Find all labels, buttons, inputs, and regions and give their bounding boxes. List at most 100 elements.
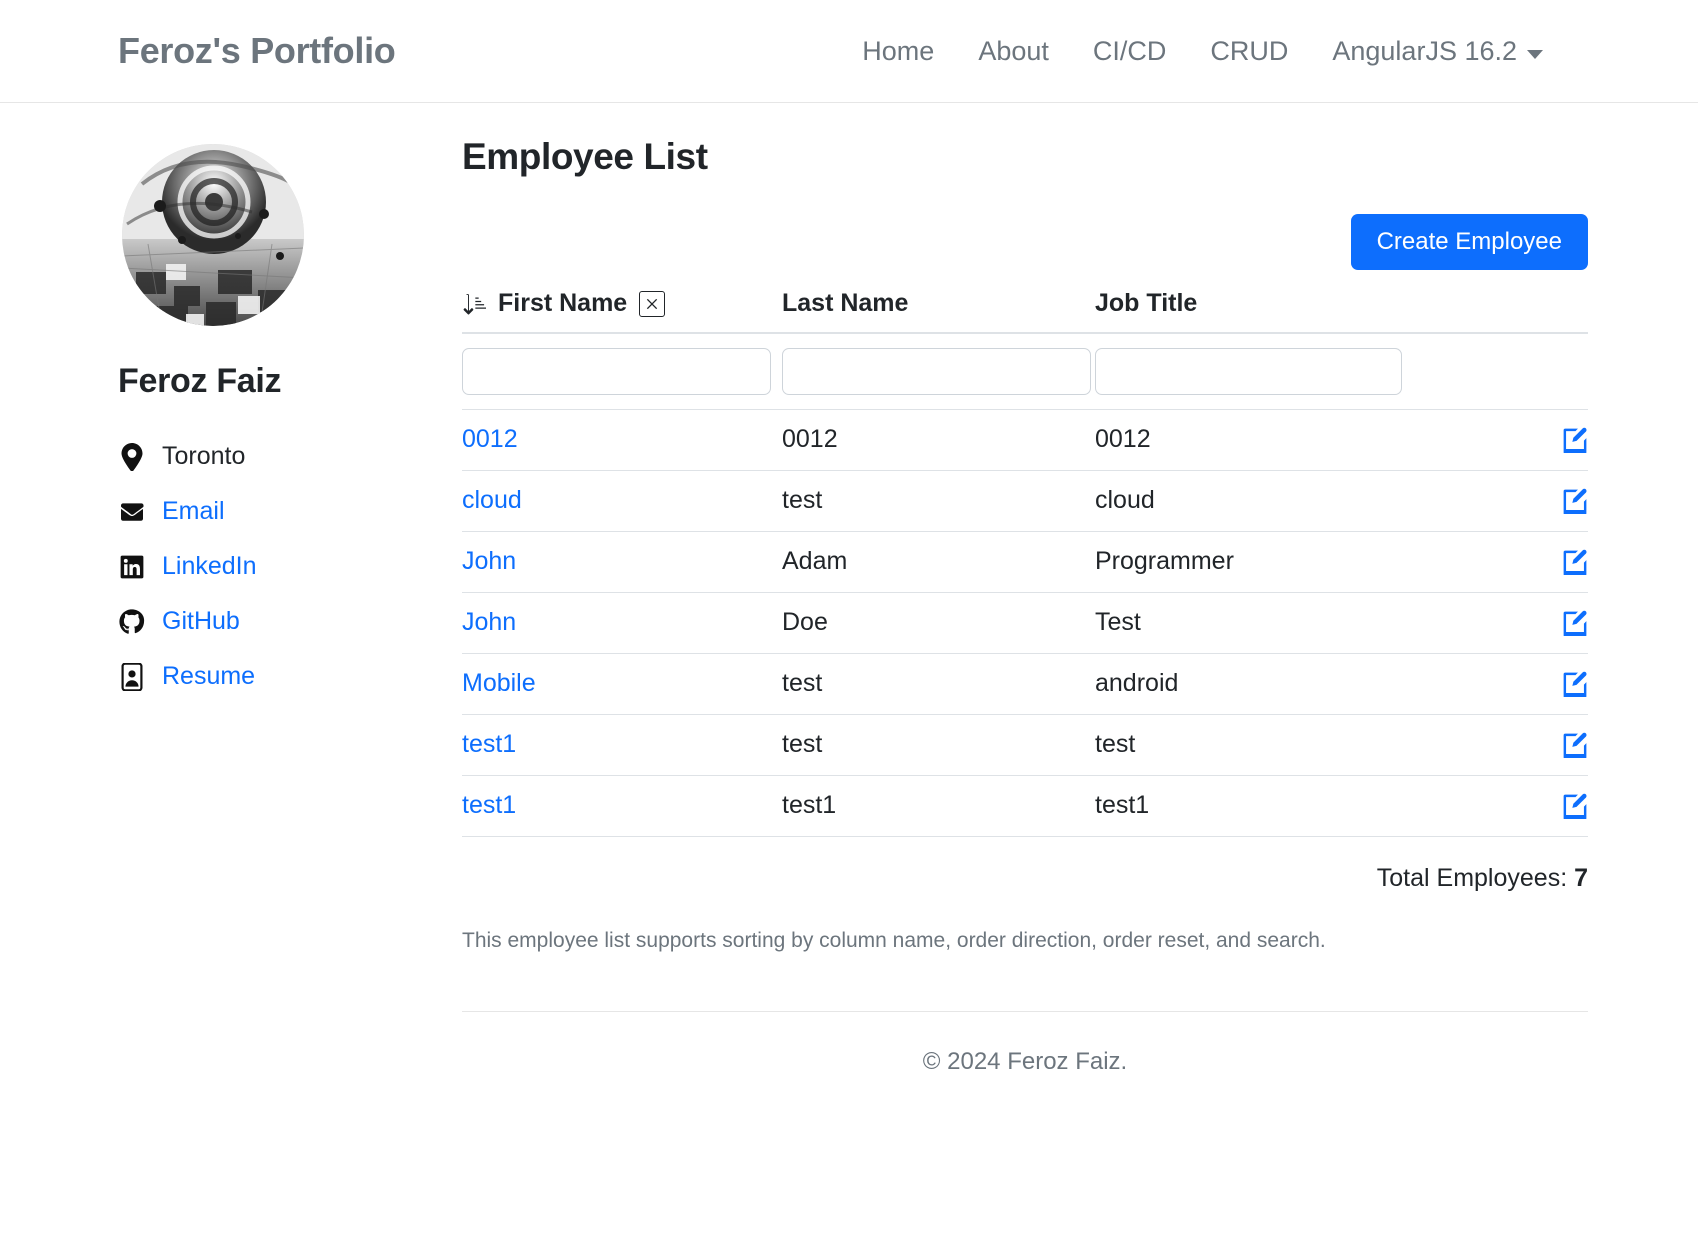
cell-job-title: Programmer	[1095, 531, 1468, 593]
employee-name-link[interactable]: John	[462, 547, 516, 575]
cell-first-name: John	[462, 531, 782, 593]
sidebar-item-label[interactable]: Email	[162, 497, 225, 526]
cell-last-name: Adam	[782, 531, 1095, 593]
edit-icon[interactable]	[1562, 732, 1588, 760]
column-header-first-name[interactable]: First Name	[462, 289, 782, 334]
filter-cell-last-name	[782, 333, 1095, 410]
page-footer: © 2024 Feroz Faiz.	[462, 1011, 1588, 1076]
sidebar-item-label: Toronto	[162, 442, 246, 470]
filter-input-first-name[interactable]	[462, 348, 771, 395]
cell-first-name: test1	[462, 775, 782, 837]
edit-icon[interactable]	[1562, 488, 1588, 516]
cell-job-title: test1	[1095, 775, 1468, 837]
avatar-image	[122, 144, 304, 326]
sidebar-item-linkedin[interactable]: LinkedIn	[118, 539, 458, 594]
sort-ascending-icon[interactable]	[462, 292, 487, 316]
table-row: test1 test1 test1	[462, 775, 1588, 837]
table-row: John Doe Test	[462, 592, 1588, 654]
table-head: First Name Last Name Job Title	[462, 289, 1588, 334]
cell-last-name: test1	[782, 775, 1095, 837]
nav-link-about[interactable]: About	[978, 36, 1049, 67]
table-row: John Adam Programmer	[462, 531, 1588, 593]
employee-name-link[interactable]: 0012	[462, 425, 518, 453]
sidebar-item-label[interactable]: GitHub	[162, 607, 240, 636]
profile-name: Feroz Faiz	[118, 362, 282, 400]
create-employee-button[interactable]: Create Employee	[1350, 214, 1588, 270]
cell-first-name: test1	[462, 714, 782, 776]
cell-job-title: test	[1095, 714, 1468, 776]
cell-last-name: test	[782, 470, 1095, 532]
top-navbar: Feroz's Portfolio Home About CI/CD CRUD …	[0, 0, 1698, 103]
employee-table: First Name Last Name Job Title 0012 0012…	[462, 289, 1588, 837]
cell-job-title: android	[1095, 653, 1468, 715]
table-help-note: This employee list supports sorting by c…	[462, 929, 1326, 952]
clear-sort-button[interactable]	[639, 290, 666, 317]
cell-last-name: test	[782, 714, 1095, 776]
profile-sidebar: Feroz Faiz Toronto Email LinkedIn GitHub…	[118, 136, 458, 1076]
table-header-row: First Name Last Name Job Title	[462, 289, 1588, 334]
cell-first-name: cloud	[462, 470, 782, 532]
sidebar-item-label[interactable]: LinkedIn	[162, 552, 257, 581]
profile-info-list: Toronto Email LinkedIn GitHub Resume	[118, 429, 458, 704]
envelope-icon	[118, 498, 146, 526]
employee-name-link[interactable]: Mobile	[462, 669, 536, 697]
table-row: test1 test test	[462, 714, 1588, 776]
employee-name-link[interactable]: test1	[462, 791, 516, 819]
sidebar-item-resume[interactable]: Resume	[118, 649, 458, 704]
filter-input-job-title[interactable]	[1095, 348, 1402, 395]
cell-actions	[1468, 653, 1588, 715]
column-header-label: Last Name	[782, 289, 909, 317]
nav-link-crud[interactable]: CRUD	[1210, 36, 1288, 67]
cell-first-name: John	[462, 592, 782, 654]
cell-job-title: cloud	[1095, 470, 1468, 532]
filter-input-last-name[interactable]	[782, 348, 1091, 395]
table-toolbar: Create Employee	[462, 214, 1588, 270]
brand-title[interactable]: Feroz's Portfolio	[118, 30, 396, 72]
edit-icon[interactable]	[1562, 427, 1588, 455]
table-row: 0012 0012 0012	[462, 409, 1588, 471]
nav-dropdown-angularjs[interactable]: AngularJS 16.2	[1332, 36, 1543, 67]
cell-job-title: Test	[1095, 592, 1468, 654]
cell-last-name: 0012	[782, 409, 1095, 471]
github-icon	[118, 608, 146, 636]
column-header-last-name[interactable]: Last Name	[782, 289, 1095, 334]
location-pin-icon	[118, 442, 146, 471]
cell-actions	[1468, 531, 1588, 593]
nav-link-home[interactable]: Home	[862, 36, 934, 67]
page-body: Feroz Faiz Toronto Email LinkedIn GitHub…	[0, 103, 1698, 1076]
filter-row	[462, 333, 1588, 410]
cell-actions	[1468, 592, 1588, 654]
sidebar-item-email[interactable]: Email	[118, 484, 458, 539]
nav-dropdown-label: AngularJS 16.2	[1332, 35, 1517, 66]
cell-first-name: 0012	[462, 409, 782, 471]
filter-cell-job-title	[1095, 333, 1468, 410]
cell-job-title: 0012	[1095, 409, 1468, 471]
table-body	[462, 333, 1588, 410]
column-header-job-title[interactable]: Job Title	[1095, 289, 1468, 334]
column-header-actions	[1468, 289, 1588, 334]
sidebar-item-github[interactable]: GitHub	[118, 594, 458, 649]
table-row: Mobile test android	[462, 653, 1588, 715]
sidebar-item-label[interactable]: Resume	[162, 662, 255, 691]
edit-icon[interactable]	[1562, 549, 1588, 577]
cell-actions	[1468, 714, 1588, 776]
nav-links: Home About CI/CD CRUD AngularJS 16.2	[862, 36, 1588, 67]
chevron-down-icon	[1527, 49, 1543, 59]
edit-icon[interactable]	[1562, 610, 1588, 638]
edit-icon[interactable]	[1562, 793, 1588, 821]
total-employees: Total Employees: 7	[462, 864, 1588, 893]
edit-icon[interactable]	[1562, 671, 1588, 699]
sidebar-item-location: Toronto	[118, 429, 458, 484]
avatar	[122, 144, 304, 326]
cell-first-name: Mobile	[462, 653, 782, 715]
column-header-label: Job Title	[1095, 289, 1198, 317]
employee-name-link[interactable]: cloud	[462, 486, 522, 514]
total-employees-label: Total Employees:	[1376, 864, 1568, 892]
employee-rows: 0012 0012 0012 cloud test cloud John Adam Progra…	[462, 409, 1588, 837]
cell-last-name: test	[782, 653, 1095, 715]
employee-name-link[interactable]: John	[462, 608, 516, 636]
employee-name-link[interactable]: test1	[462, 730, 516, 758]
id-card-icon	[118, 662, 146, 691]
table-row: cloud test cloud	[462, 470, 1588, 532]
nav-link-cicd[interactable]: CI/CD	[1093, 36, 1167, 67]
